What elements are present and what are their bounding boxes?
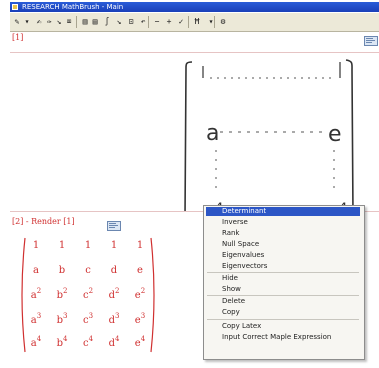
matrix-cell: e2 xyxy=(135,287,145,301)
settings-icon[interactable]: ⚙ xyxy=(218,16,228,27)
plus-icon[interactable]: + xyxy=(164,16,174,27)
handwritten-matrix[interactable]: a e a⁴ e⁴ xyxy=(178,58,368,226)
menu-item-copy-latex[interactable]: Copy Latex xyxy=(206,322,360,331)
context-menu: Determinant Inverse Rank Null Space Eigenval… xyxy=(203,205,365,360)
matrix-cell: d3 xyxy=(109,312,120,326)
check-icon[interactable]: ✓ xyxy=(176,16,186,27)
region-menu-icon[interactable] xyxy=(107,221,121,231)
pen-tool-icon[interactable]: ✎ xyxy=(12,16,22,27)
menu-item-show[interactable]: Show xyxy=(206,285,360,294)
matrix-cell: b2 xyxy=(57,287,68,301)
arrow-tool-icon[interactable]: ↘ xyxy=(114,16,124,27)
toolbar-separator xyxy=(214,16,215,28)
menu-item-eigenvectors[interactable]: Eigenvectors xyxy=(206,262,360,271)
matrix-cell: e xyxy=(137,265,143,276)
matrix-cell: 1 xyxy=(59,240,65,251)
toolbar-separator xyxy=(148,16,149,28)
text-tool-icon[interactable]: Ħ xyxy=(192,16,202,27)
app-icon xyxy=(12,4,18,10)
matrix-cell: b3 xyxy=(57,312,68,326)
menu-item-rank[interactable]: Rank xyxy=(206,229,360,238)
handwritten-entry: e xyxy=(328,122,342,147)
lasso-tool-icon[interactable]: ↘ xyxy=(54,16,64,27)
toolbar-separator xyxy=(188,16,189,28)
grid-tool-icon[interactable]: ▤ xyxy=(90,16,100,27)
window-title-bar: RESEARCH MathBrush - Main xyxy=(10,2,379,12)
integral-tool-icon[interactable]: ∫ xyxy=(102,16,112,27)
matrix-cell: 1 xyxy=(137,240,143,251)
matrix-tool-icon[interactable]: ▥ xyxy=(80,16,90,27)
matrix-cell: d2 xyxy=(109,287,120,301)
matrix-cell: a xyxy=(33,265,39,276)
input-region[interactable]: [1] a e a⁴ e⁴ xyxy=(10,32,379,223)
handwritten-entry: a xyxy=(206,121,219,146)
toolbar: ✎ ▾ ✍ ✑ ↘ ⌧ ▥ ▤ ∫ ↘ ⊡ ↶ − + ✓ Ħ ▾ ⚙ xyxy=(10,13,379,32)
matrix-cell: a3 xyxy=(31,312,41,326)
matrix-cell: d xyxy=(111,265,118,276)
matrix-cell: e4 xyxy=(135,335,146,349)
matrix-cell: d4 xyxy=(109,335,120,349)
menu-item-eigenvalues[interactable]: Eigenvalues xyxy=(206,251,360,260)
menu-item-hide[interactable]: Hide xyxy=(206,274,360,283)
menu-item-determinant[interactable]: Determinant xyxy=(206,207,360,216)
window-title: RESEARCH MathBrush - Main xyxy=(22,3,124,11)
matrix-cell: a4 xyxy=(31,335,42,349)
matrix-cell: c xyxy=(85,265,91,276)
matrix-cell: c3 xyxy=(83,312,93,326)
dropdown-arrow-icon[interactable]: ▾ xyxy=(22,16,32,27)
undo-icon[interactable]: ↶ xyxy=(138,16,148,27)
region-menu-icon[interactable] xyxy=(364,36,378,46)
matrix-cell: a2 xyxy=(31,287,41,301)
matrix-cell: b4 xyxy=(57,335,68,349)
region-label: [1] xyxy=(12,33,24,42)
menu-item-inverse[interactable]: Inverse xyxy=(206,218,360,227)
matrix-cell: c2 xyxy=(83,287,93,301)
zoom-tool-icon[interactable]: ⊡ xyxy=(126,16,136,27)
select-tool-icon[interactable]: ✑ xyxy=(44,16,54,27)
rendered-matrix[interactable]: 1 1 1 1 1 a b c d e a2 b2 c2 d2 e2 a3 b3 c3 d3 e3 a4 b4 c4 d4 e4 xyxy=(18,236,158,354)
erase-tool-icon[interactable]: ⌧ xyxy=(64,16,74,27)
toolbar-separator xyxy=(76,16,77,28)
ink-tool-icon[interactable]: ✍ xyxy=(34,16,44,27)
minus-icon[interactable]: − xyxy=(152,16,162,27)
region-label: [2] - Render [1] xyxy=(12,217,75,226)
region-divider xyxy=(10,52,379,53)
menu-item-input-correct-maple-expression[interactable]: Input Correct Maple Expression xyxy=(206,333,360,342)
matrix-cell: c4 xyxy=(83,335,94,349)
matrix-cell: 1 xyxy=(33,240,39,251)
menu-item-copy[interactable]: Copy xyxy=(206,308,360,317)
menu-separator xyxy=(207,319,359,320)
menu-item-delete[interactable]: Delete xyxy=(206,297,360,306)
menu-separator xyxy=(207,295,359,296)
matrix-cell: 1 xyxy=(111,240,117,251)
matrix-cell: e3 xyxy=(135,312,145,326)
matrix-cell: 1 xyxy=(85,240,91,251)
menu-separator xyxy=(207,272,359,273)
menu-item-null-space[interactable]: Null Space xyxy=(206,240,360,249)
matrix-cell: b xyxy=(59,265,65,276)
